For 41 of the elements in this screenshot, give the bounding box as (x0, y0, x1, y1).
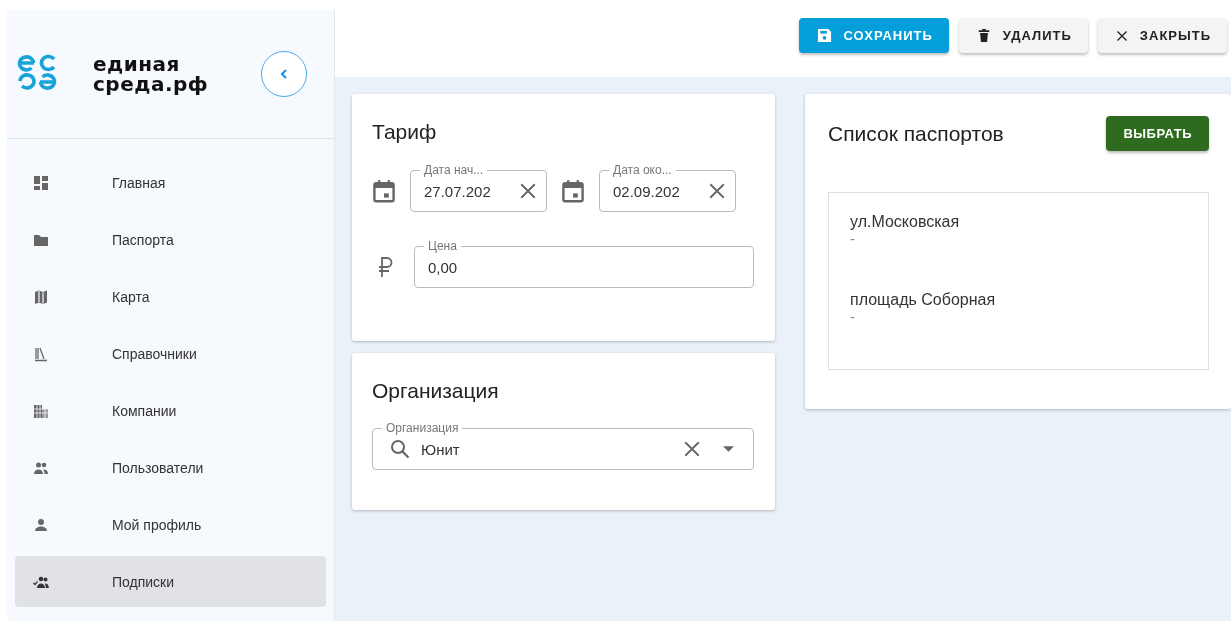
calendar-icon[interactable] (372, 179, 396, 203)
library-icon (33, 345, 49, 362)
search-icon (390, 439, 410, 459)
card-title: Организация (372, 379, 500, 403)
choose-button[interactable]: ВЫБРАТЬ (1106, 116, 1209, 151)
clear-icon[interactable] (683, 440, 701, 458)
nav-item[interactable]: Пользователи (15, 442, 326, 493)
dashboard-icon (33, 174, 49, 191)
brand-name: единая (93, 54, 181, 74)
ruble-icon (378, 256, 394, 278)
nav-item[interactable]: Подписки (15, 556, 326, 607)
nav-item[interactable]: Справочники (15, 328, 326, 379)
nav-item[interactable]: Карта (15, 271, 326, 322)
card-title: Список паспортов (828, 121, 1004, 146)
dropdown-arrow-icon[interactable] (723, 446, 734, 452)
passport-detail: - (850, 309, 856, 325)
map-icon (33, 288, 49, 305)
card-title: Тариф (372, 120, 438, 144)
close-button[interactable]: ЗАКРЫТЬ (1097, 18, 1227, 53)
passport-name: ул.Московская (850, 213, 961, 231)
building-icon (33, 402, 49, 419)
nav-item[interactable]: Паспорта (15, 214, 326, 265)
save-icon (816, 28, 832, 43)
nav-item[interactable]: Мой профиль (15, 499, 326, 550)
nav-item[interactable]: Компании (15, 385, 326, 436)
close-icon (1115, 29, 1128, 42)
brand-name: среда.рф (93, 74, 210, 94)
price-field[interactable]: Цена 0,00 (414, 239, 754, 288)
passport-detail: - (850, 231, 856, 247)
delete-button[interactable]: УДАЛИТЬ (958, 18, 1088, 53)
clear-icon[interactable] (708, 182, 726, 200)
clear-icon[interactable] (519, 182, 537, 200)
date-field[interactable]: Дата нач... 27.07.202 (410, 163, 547, 212)
person-icon (33, 516, 49, 533)
calendar-icon[interactable] (561, 179, 585, 203)
chevron-left-icon (278, 68, 290, 80)
date-field[interactable]: Дата око... 02.09.202 (599, 163, 736, 212)
trash-icon (976, 28, 991, 43)
passport-name: площадь Соборная (850, 291, 997, 309)
organization-field[interactable]: Организация Юнит (372, 421, 754, 470)
nav-item[interactable]: Главная (15, 157, 326, 208)
